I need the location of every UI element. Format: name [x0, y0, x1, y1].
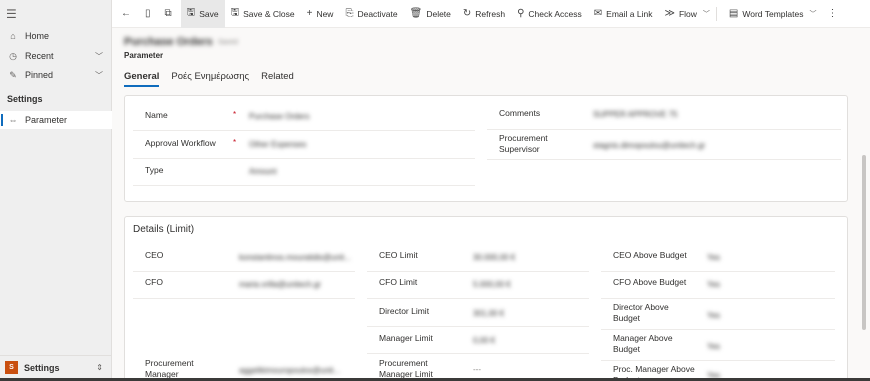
approval-workflow-field[interactable]: Approval Workflow * Other Expenses — [133, 131, 475, 159]
area-label: Settings — [24, 362, 60, 373]
back-arrow-icon: ← — [121, 8, 131, 19]
more-commands-button[interactable]: ⋮ — [822, 0, 846, 28]
document-icon: ▯ — [145, 8, 151, 19]
ceo-field[interactable]: CEO konstantinos.mouratidis@unit... — [133, 245, 355, 272]
area-switcher[interactable]: S Settings ⇕ — [0, 355, 112, 379]
tab-update-flows[interactable]: Ροές Ενημέρωσης — [171, 71, 249, 87]
back-button[interactable]: ← — [116, 0, 140, 28]
clock-icon: ◷ — [9, 50, 17, 61]
refresh-button[interactable]: ↻ Refresh — [457, 0, 511, 28]
general-section: Name * Purchase Orders Approval Workflow… — [124, 95, 848, 202]
mail-icon: ✉ — [593, 8, 603, 19]
cfo-limit-field[interactable]: CFO Limit 5.000,00 € — [367, 272, 589, 299]
check-access-button[interactable]: ⚲ Check Access — [511, 0, 588, 28]
email-link-button[interactable]: ✉ Email a Link — [588, 0, 659, 28]
name-field[interactable]: Name * Purchase Orders — [133, 101, 475, 131]
sidebar-item-label: Pinned — [25, 70, 54, 80]
refresh-icon: ↻ — [462, 8, 472, 19]
details-limit-section: Details (Limit) CEO konstantinos.mourati… — [124, 216, 848, 381]
section-title: Details (Limit) — [133, 224, 195, 235]
hamburger-menu-icon[interactable]: ☰ — [6, 7, 17, 21]
tab-related[interactable]: Related — [261, 71, 294, 87]
sidebar-item-label: Recent — [25, 51, 54, 61]
more-vertical-icon: ⋮ — [827, 8, 838, 19]
word-templates-button[interactable]: ▤ Word Templates ﹀ — [723, 0, 823, 28]
home-icon: ⌂ — [10, 31, 16, 41]
deactivate-button[interactable]: ⎘ Deactivate — [339, 0, 403, 28]
type-field[interactable]: Type Amount — [133, 159, 475, 186]
form-view-button[interactable]: ▯ — [140, 0, 160, 28]
divider — [715, 6, 717, 21]
new-button[interactable]: + New — [301, 0, 340, 28]
save-button[interactable]: 🖫 Save — [180, 0, 225, 28]
pin-icon: ✎ — [9, 69, 17, 80]
open-new-window-button[interactable]: ⧉ — [160, 0, 181, 28]
manager-above-budget-field[interactable]: Manager Above Budget Yes — [601, 330, 835, 361]
plus-icon: + — [306, 8, 313, 19]
required-marker: * — [233, 138, 237, 147]
sidebar-section-title: Settings — [7, 94, 43, 104]
deactivate-icon: ⎘ — [345, 8, 354, 19]
sidebar-item-label: Parameter — [25, 115, 68, 125]
cfo-field[interactable]: CFO maria.vrilla@unitech.gr — [133, 272, 355, 299]
save-close-button[interactable]: 🖫 Save & Close — [225, 0, 301, 28]
open-window-icon: ⧉ — [164, 8, 172, 19]
delete-button[interactable]: 🗑 Delete — [404, 0, 457, 28]
procurement-manager-limit-field[interactable]: Procurement Manager Limit --- — [367, 354, 589, 381]
comments-field[interactable]: Comments SUPPER APPROVE 75 — [487, 101, 841, 130]
required-marker: * — [233, 110, 237, 119]
command-bar: ← ▯ ⧉ 🖫 Save 🖫 Save & Close + New ⎘ Deactiva… — [112, 0, 870, 28]
record-title: Purchase Orders — [124, 36, 213, 48]
trash-icon: 🗑 — [409, 8, 423, 19]
entity-name: Parameter — [124, 51, 164, 60]
cfo-above-budget-field[interactable]: CFO Above Budget Yes — [601, 272, 835, 299]
save-close-icon: 🖫 — [230, 7, 240, 18]
sidebar-item-home[interactable]: ⌂ Home — [0, 27, 112, 45]
search-icon: ⚲ — [517, 8, 525, 19]
chevron-down-icon: ﹀ — [702, 10, 710, 18]
save-icon: 🖫 — [186, 7, 196, 18]
chevron-down-icon: ﹀ — [809, 10, 817, 18]
tab-general[interactable]: General — [124, 71, 160, 87]
procurement-supervisor-field[interactable]: Procurement Supervisor stagnis.dimopoulo… — [487, 130, 841, 160]
chevron-updown-icon: ⇕ — [96, 363, 103, 372]
flow-icon: ≫ — [664, 8, 675, 19]
parameter-icon: ⇔ — [8, 115, 18, 125]
chevron-down-icon[interactable]: ﹀ — [95, 51, 103, 62]
ceo-limit-field[interactable]: CEO Limit 30.000,00 € — [367, 245, 589, 272]
sidebar-item-parameter[interactable]: ⇔ Parameter — [0, 111, 112, 129]
sidebar-item-recent[interactable]: ◷ Recent ﹀ — [0, 47, 112, 65]
director-limit-field[interactable]: Director Limit 301,00 € — [367, 299, 589, 327]
word-icon: ▤ — [728, 8, 739, 19]
area-badge: S — [5, 361, 18, 374]
ceo-above-budget-field[interactable]: CEO Above Budget Yes — [601, 245, 835, 272]
flow-button[interactable]: ≫ Flow ﹀ — [658, 0, 722, 28]
director-above-budget-field[interactable]: Director Above Budget Yes — [601, 299, 835, 330]
chevron-down-icon[interactable]: ﹀ — [95, 70, 103, 81]
sidebar: ☰ ⌂ Home ◷ Recent ﹀ ✎ Pinned ﹀ Settings … — [0, 0, 112, 381]
form-tabs: General Ροές Ενημέρωσης Related — [124, 71, 294, 87]
save-status: Saved — [218, 39, 238, 46]
sidebar-item-pinned[interactable]: ✎ Pinned ﹀ — [0, 66, 112, 84]
sidebar-item-label: Home — [25, 31, 50, 41]
manager-limit-field[interactable]: Manager Limit 0,00 € — [367, 327, 589, 354]
scrollbar-thumb[interactable] — [862, 155, 866, 330]
procurement-manager-field[interactable]: Procurement Manager aggelikimouropoulos@… — [133, 354, 355, 381]
